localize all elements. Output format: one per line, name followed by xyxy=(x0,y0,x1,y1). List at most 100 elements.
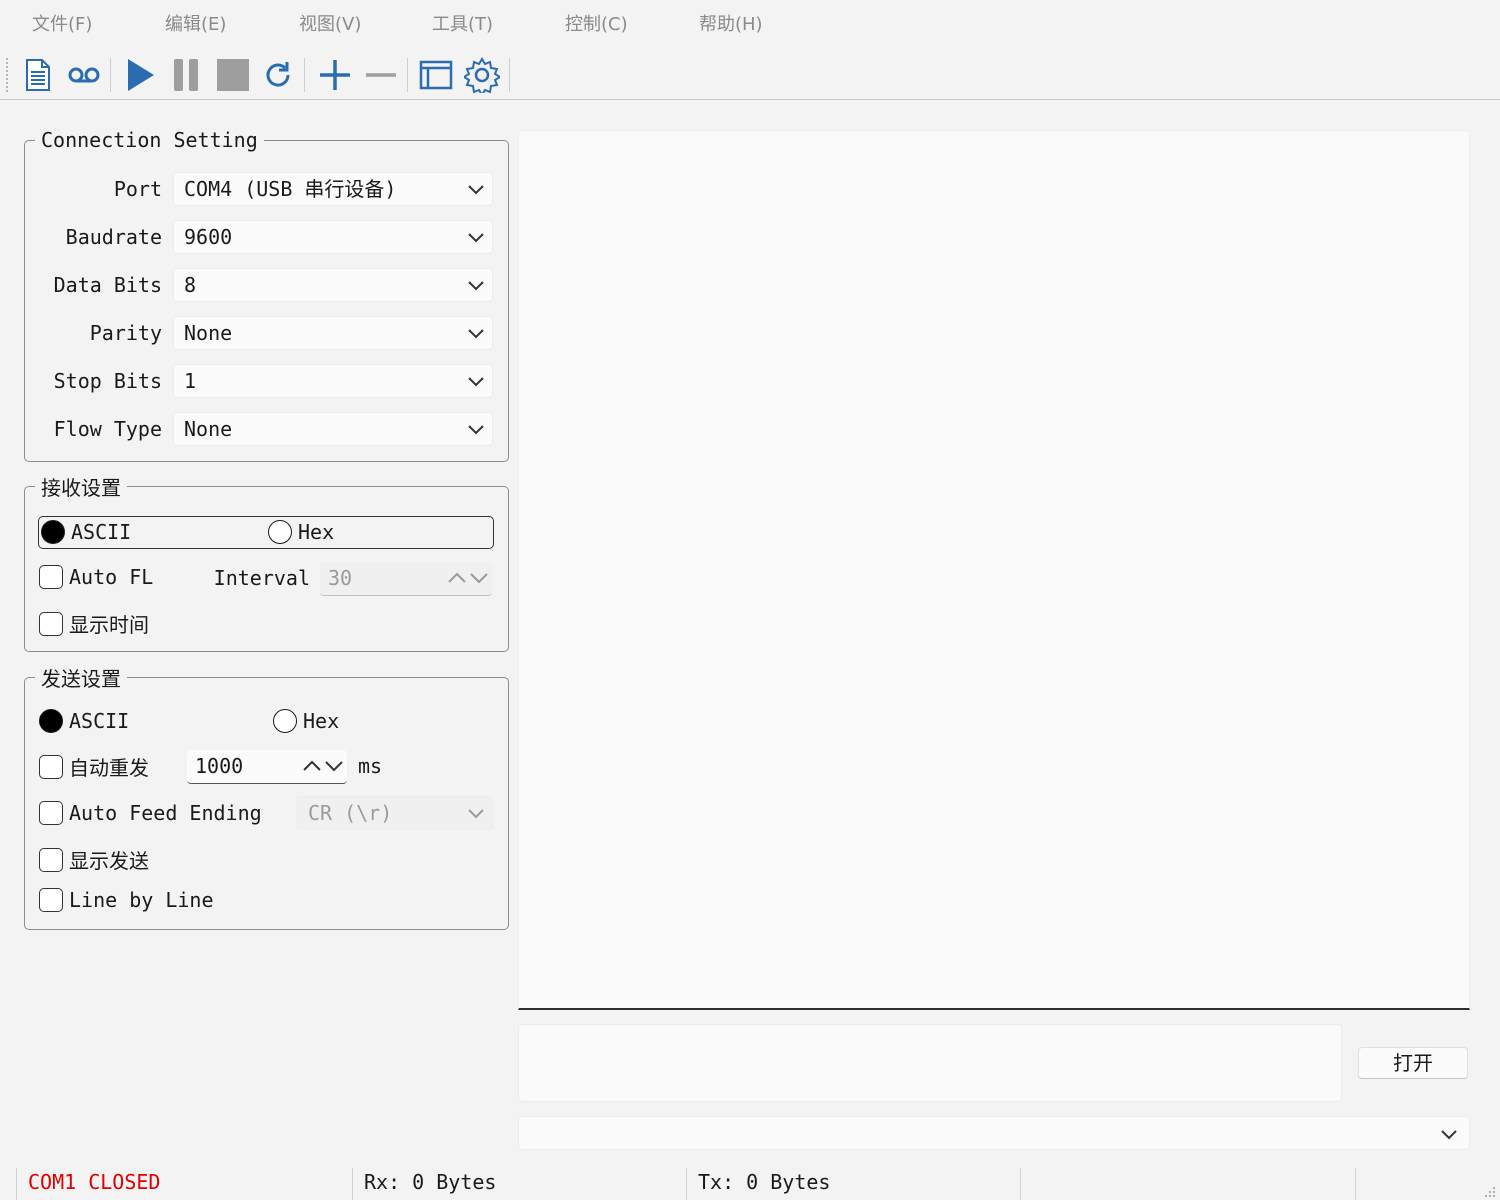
settings-icon[interactable] xyxy=(462,56,502,94)
chevron-down-icon xyxy=(468,809,484,819)
checkbox-icon xyxy=(39,888,63,912)
window-icon[interactable] xyxy=(416,56,456,94)
status-separator xyxy=(16,1168,17,1200)
send-history-select[interactable] xyxy=(518,1116,1470,1150)
send-ascii-radio[interactable]: ASCII xyxy=(39,709,129,733)
auto-fl-label: Auto FL xyxy=(69,565,154,589)
auto-fl-checkbox[interactable]: Auto FL xyxy=(39,565,153,589)
add-icon[interactable] xyxy=(315,56,355,94)
refresh-icon[interactable] xyxy=(258,56,298,94)
data-bits-value: 8 xyxy=(184,273,197,297)
flow-type-label: Flow Type xyxy=(53,417,162,441)
radio-selected-icon xyxy=(39,709,63,733)
record-icon[interactable] xyxy=(64,56,104,94)
status-separator xyxy=(1355,1168,1356,1200)
checkbox-icon xyxy=(39,565,63,589)
flow-type-select[interactable]: None xyxy=(173,412,493,446)
interval-label: Interval xyxy=(213,566,310,590)
baudrate-label: Baudrate xyxy=(65,225,162,249)
interval-spinbox[interactable]: 30 xyxy=(320,562,492,596)
menu-edit[interactable]: 编辑(E) xyxy=(165,10,226,36)
chevron-down-icon[interactable] xyxy=(470,572,488,584)
baudrate-select[interactable]: 9600 xyxy=(173,220,493,254)
status-separator xyxy=(352,1168,353,1200)
chevron-down-icon xyxy=(1441,1130,1457,1140)
checkbox-icon xyxy=(39,847,63,872)
send-setting-title: 发送设置 xyxy=(41,667,121,691)
parity-select[interactable]: None xyxy=(173,316,493,350)
document-icon[interactable] xyxy=(18,56,58,94)
menu-view[interactable]: 视图(V) xyxy=(299,10,361,36)
chevron-up-icon[interactable] xyxy=(303,760,321,772)
stop-bits-value: 1 xyxy=(184,369,197,393)
checkbox-icon xyxy=(39,801,63,825)
send-ascii-label: ASCII xyxy=(69,709,130,733)
receive-text-area[interactable] xyxy=(518,130,1470,1010)
auto-feed-ending-label: Auto Feed Ending xyxy=(69,801,262,825)
auto-feed-ending-checkbox[interactable]: Auto Feed Ending xyxy=(39,801,262,825)
port-select[interactable]: COM4 (USB 串行设备) xyxy=(173,172,493,206)
stop-bits-select[interactable]: 1 xyxy=(173,364,493,398)
toolbar-separator xyxy=(509,58,510,92)
toolbar-grip[interactable] xyxy=(6,58,9,92)
feed-ending-select[interactable]: CR (\r) xyxy=(297,796,493,830)
port-value: COM4 (USB 串行设备) xyxy=(184,177,397,201)
flow-type-value: None xyxy=(184,417,233,441)
receive-hex-radio[interactable]: Hex xyxy=(268,520,334,544)
chevron-up-icon[interactable] xyxy=(448,572,466,584)
interval-value: 30 xyxy=(328,566,353,590)
parity-value: None xyxy=(184,321,233,345)
remove-icon[interactable] xyxy=(361,56,401,94)
radio-unselected-icon xyxy=(268,520,292,544)
checkbox-icon xyxy=(39,754,63,779)
pause-icon[interactable] xyxy=(166,56,206,94)
toolbar xyxy=(0,48,1500,100)
play-icon[interactable] xyxy=(120,56,160,94)
line-by-line-checkbox[interactable]: Line by Line xyxy=(39,888,214,912)
baudrate-value: 9600 xyxy=(184,225,233,249)
toolbar-separator xyxy=(407,58,408,92)
show-time-checkbox[interactable]: 显示时间 xyxy=(39,609,149,638)
resend-unit-label: ms xyxy=(358,754,383,778)
feed-ending-value: CR (\r) xyxy=(308,801,393,825)
receive-ascii-radio[interactable]: ASCII xyxy=(41,520,131,544)
send-hex-radio[interactable]: Hex xyxy=(273,709,339,733)
chevron-down-icon xyxy=(468,377,484,387)
status-separator xyxy=(1020,1168,1021,1200)
receive-setting-title: 接收设置 xyxy=(41,476,121,500)
connection-setting-title: Connection Setting xyxy=(41,128,258,152)
status-bar: COM1 CLOSED Rx: 0 Bytes Tx: 0 Bytes xyxy=(0,1166,1500,1200)
line-by-line-label: Line by Line xyxy=(69,888,214,912)
port-status: COM1 CLOSED xyxy=(28,1170,161,1194)
chevron-down-icon xyxy=(468,233,484,243)
send-text-input[interactable] xyxy=(518,1024,1342,1102)
chevron-down-icon xyxy=(468,281,484,291)
resend-interval-value: 1000 xyxy=(195,754,244,778)
show-send-checkbox[interactable]: 显示发送 xyxy=(39,845,149,874)
menu-tools[interactable]: 工具(T) xyxy=(432,10,493,36)
parity-label: Parity xyxy=(89,321,162,345)
radio-unselected-icon xyxy=(273,709,297,733)
chevron-down-icon xyxy=(468,185,484,195)
send-hex-label: Hex xyxy=(303,709,340,733)
show-send-label: 显示发送 xyxy=(69,849,149,873)
status-separator xyxy=(686,1168,687,1200)
toolbar-separator xyxy=(110,58,111,92)
stop-bits-label: Stop Bits xyxy=(53,369,162,393)
menu-help[interactable]: 帮助(H) xyxy=(699,10,763,36)
open-button[interactable]: 打开 xyxy=(1358,1047,1468,1079)
show-time-label: 显示时间 xyxy=(69,613,149,637)
menu-bar: 文件(F) 编辑(E) 视图(V) 工具(T) 控制(C) 帮助(H) xyxy=(0,0,1500,46)
stop-icon[interactable] xyxy=(213,56,253,94)
auto-resend-checkbox[interactable]: 自动重发 xyxy=(39,752,149,781)
rx-count: Rx: 0 Bytes xyxy=(364,1170,497,1194)
menu-file[interactable]: 文件(F) xyxy=(32,10,92,36)
resend-interval-spinbox[interactable]: 1000 xyxy=(187,750,347,784)
chevron-down-icon xyxy=(468,425,484,435)
toolbar-separator xyxy=(304,58,305,92)
menu-control[interactable]: 控制(C) xyxy=(565,10,628,36)
data-bits-select[interactable]: 8 xyxy=(173,268,493,302)
tx-count: Tx: 0 Bytes xyxy=(698,1170,831,1194)
resize-grip-icon[interactable] xyxy=(1484,1186,1496,1198)
chevron-down-icon[interactable] xyxy=(325,760,343,772)
